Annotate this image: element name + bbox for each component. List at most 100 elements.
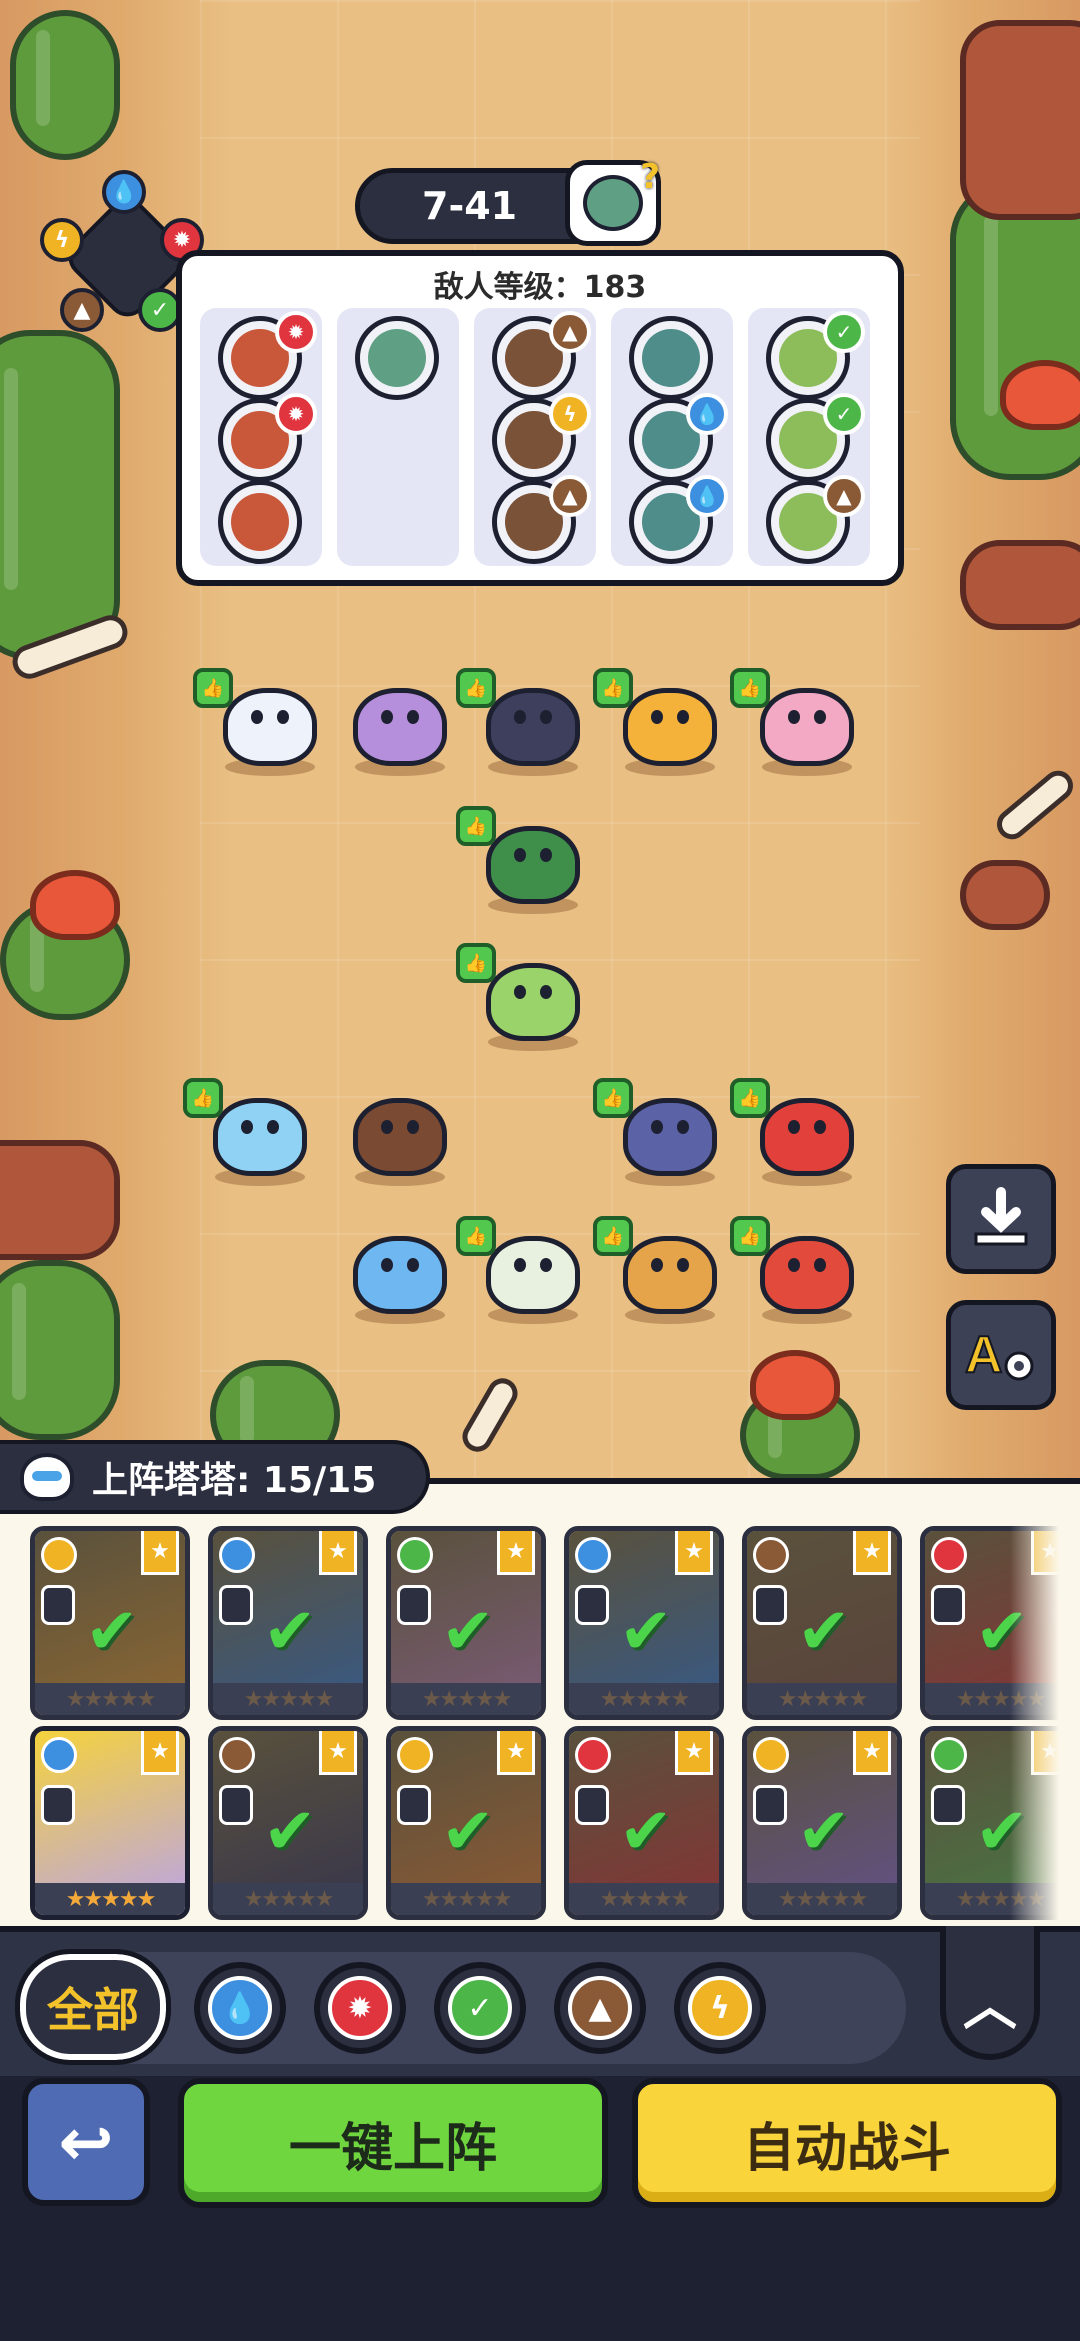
earth-element-icon xyxy=(753,1537,789,1573)
bolt-element-icon: ϟ xyxy=(40,218,84,262)
chevron-up-icon: ︿ xyxy=(963,1974,1017,2037)
tower-card[interactable]: ★✔ ★★★★★ xyxy=(742,1726,902,1920)
filter-all-button[interactable]: 全部 xyxy=(15,1949,171,2065)
rarity-stars: ★★★★★ xyxy=(747,1883,897,1915)
tower-card[interactable]: ★✔ ★★★★★ xyxy=(30,1526,190,1720)
unit-dark-dino[interactable]: 👍 xyxy=(456,668,588,776)
enemy-unit[interactable]: 💧 xyxy=(629,475,728,564)
deployed-check-icon: ✔ xyxy=(85,1595,139,1669)
enemy-unit[interactable] xyxy=(355,316,439,400)
class-icon xyxy=(219,1785,253,1825)
unit-pink-mantis[interactable]: 👍 xyxy=(730,668,862,776)
cactus-decoration xyxy=(10,10,120,160)
filter-fire-button[interactable]: ✹ xyxy=(314,1962,406,2054)
auto-deploy-label: 一键上阵 xyxy=(288,2118,497,2179)
unit-eye xyxy=(241,1120,253,1134)
unit-eye xyxy=(251,710,263,724)
enemy-unit[interactable] xyxy=(218,480,302,564)
unit-eye xyxy=(381,1120,393,1134)
zombie-boss-icon xyxy=(583,175,643,231)
tower-cat-icon xyxy=(20,1453,74,1501)
save-formation-button[interactable] xyxy=(946,1164,1056,1274)
star-tag-icon: ★ xyxy=(319,1731,357,1775)
enemy-unit[interactable] xyxy=(629,316,713,400)
unit-eye xyxy=(514,848,526,862)
back-button[interactable]: ↩ xyxy=(22,2078,150,2206)
star-tag-icon: ★ xyxy=(675,1731,713,1775)
filter-grass-button[interactable]: ✓ xyxy=(434,1962,526,2054)
enemy-unit[interactable]: 💧 xyxy=(629,393,728,482)
enemy-unit[interactable]: ▲ xyxy=(766,475,865,564)
bottom-actions: ↩ 一键上阵 自动战斗 xyxy=(0,2076,1080,2341)
unit-body xyxy=(486,688,580,766)
boss-info-button[interactable]: ? xyxy=(565,157,661,246)
tower-card[interactable]: ★✔ ★★★★★ xyxy=(386,1726,546,1920)
fire-element-icon xyxy=(931,1537,967,1573)
rarity-stars: ★★★★★ xyxy=(35,1883,185,1915)
unit-eye xyxy=(788,1120,800,1134)
class-icon xyxy=(397,1585,431,1625)
bolt-element-icon xyxy=(397,1737,433,1773)
unit-flower-frog[interactable]: 👍 xyxy=(456,943,588,1051)
auto-deploy-button[interactable]: 一键上阵 xyxy=(178,2078,608,2208)
unit-blue-boar[interactable]: 👍 xyxy=(593,1078,725,1186)
roster-scroll-fade xyxy=(1010,1484,1080,1926)
auto-battle-button[interactable]: 自动战斗 xyxy=(632,2078,1062,2208)
filter-bolt-button[interactable]: ϟ xyxy=(674,1962,766,2054)
unit-radish-turtle[interactable]: 👍 xyxy=(456,1216,588,1324)
enemy-unit[interactable]: ✹ xyxy=(218,393,317,482)
filter-earth-button[interactable]: ▲ xyxy=(554,1962,646,2054)
tower-card[interactable]: ★ ★★★★★ xyxy=(30,1726,190,1920)
unit-body xyxy=(760,1098,854,1176)
tower-card[interactable]: ★✔ ★★★★★ xyxy=(208,1526,368,1720)
recommend-thumbs-up-icon: 👍 xyxy=(593,668,633,708)
tower-card[interactable]: ★✔ ★★★★★ xyxy=(208,1726,368,1920)
download-icon xyxy=(974,1187,1028,1246)
recommend-thumbs-up-icon: 👍 xyxy=(730,1078,770,1118)
enemy-unit[interactable]: ✓ xyxy=(766,393,865,482)
deployed-check-icon: ✔ xyxy=(797,1595,851,1669)
grass-element-icon: ✓ xyxy=(823,393,865,435)
class-icon xyxy=(753,1585,787,1625)
auto-settings-button[interactable]: A xyxy=(946,1300,1056,1410)
enemy-column: ✹ ✹ xyxy=(200,308,322,566)
enemy-unit[interactable]: ▲ xyxy=(492,311,591,400)
filter-water-button[interactable]: 💧 xyxy=(194,1962,286,2054)
deployed-check-icon: ✔ xyxy=(797,1795,851,1869)
unit-eye xyxy=(540,710,552,724)
fire-element-icon xyxy=(575,1737,611,1773)
recommend-thumbs-up-icon: 👍 xyxy=(183,1078,223,1118)
enemy-unit[interactable]: ϟ xyxy=(492,393,591,482)
unit-body xyxy=(486,1236,580,1314)
unit-blue-seal[interactable]: 👍 xyxy=(183,1078,315,1186)
earth-element-icon: ▲ xyxy=(549,311,591,353)
grass-element-icon: ✓ xyxy=(823,311,865,353)
tower-card[interactable]: ★✔ ★★★★★ xyxy=(386,1526,546,1720)
earth-element-icon: ▲ xyxy=(549,475,591,517)
unit-red-fox[interactable]: 👍 xyxy=(730,1216,862,1324)
tower-card[interactable]: ★✔ ★★★★★ xyxy=(742,1526,902,1720)
enemy-unit[interactable]: ✓ xyxy=(766,311,865,400)
tower-card[interactable]: ★✔ ★★★★★ xyxy=(564,1726,724,1920)
unit-purple-cat[interactable] xyxy=(345,680,455,776)
rarity-stars: ★★★★★ xyxy=(213,1683,363,1715)
filter-all-label: 全部 xyxy=(47,1983,139,2037)
enemy-unit[interactable]: ✹ xyxy=(218,311,317,400)
fire-element-icon: ✹ xyxy=(275,311,317,353)
grass-element-icon xyxy=(397,1537,433,1573)
unit-red-salamander[interactable]: 👍 xyxy=(730,1078,862,1186)
unit-white-bear[interactable]: 👍 xyxy=(193,668,325,776)
unit-green-snail[interactable]: 👍 xyxy=(456,806,588,914)
unit-horned-fox[interactable]: 👍 xyxy=(593,1216,725,1324)
enemy-panel: 敌人等级：183 ✹ ✹ ▲ ϟ ▲ 💧 💧 ✓ ✓ ▲ xyxy=(176,250,904,586)
enemy-unit[interactable]: ▲ xyxy=(492,475,591,564)
auto-gear-icon: A xyxy=(964,1325,1034,1385)
unit-golden-lion[interactable]: 👍 xyxy=(593,668,725,776)
card-roster[interactable]: ★✔★★★★★★✔★★★★★★✔★★★★★★✔★★★★★★✔★★★★★★✔★★★… xyxy=(0,1478,1080,1926)
tower-card[interactable]: ★✔ ★★★★★ xyxy=(564,1526,724,1720)
collapse-roster-button[interactable]: ︿ xyxy=(940,1926,1040,2060)
unit-brown-weasel[interactable] xyxy=(345,1090,455,1186)
unit-blue-fish[interactable] xyxy=(345,1228,455,1324)
unit-body xyxy=(623,1236,717,1314)
enemy-level-label: 敌人等级：183 xyxy=(433,270,647,305)
